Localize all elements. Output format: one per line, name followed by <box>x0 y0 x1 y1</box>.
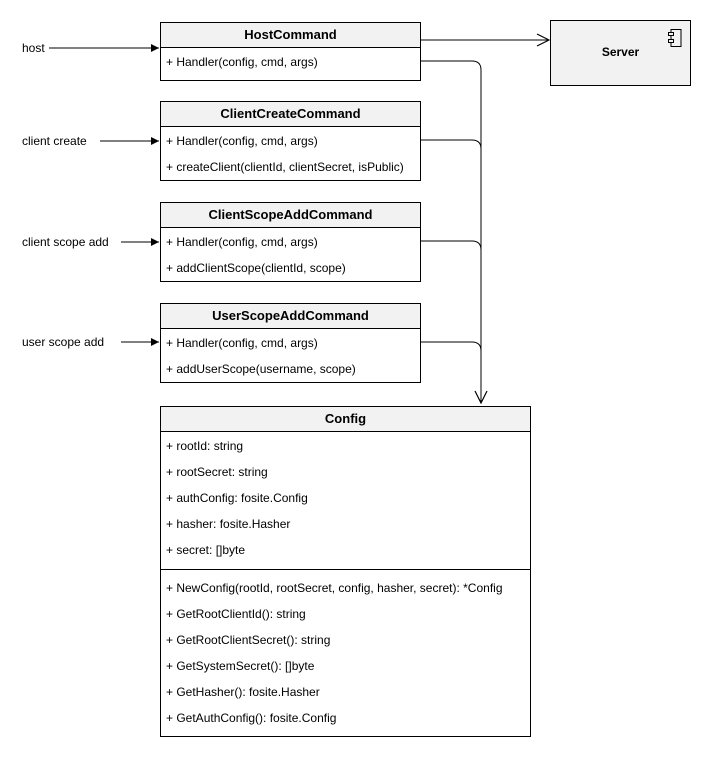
attributes-compartment: + rootId: string + rootSecret: string + … <box>161 432 530 563</box>
config-class[interactable]: Config + rootId: string + rootSecret: st… <box>160 406 531 737</box>
client-scope-add-label: client scope add <box>22 235 109 249</box>
server-title: Server <box>601 45 640 59</box>
class-name: Config <box>161 407 530 432</box>
method: + Handler(config, cmd, args) <box>166 134 318 148</box>
methods-compartment: + NewConfig(rootId, rootSecret, config, … <box>161 575 530 731</box>
method: + addClientScope(clientId, scope) <box>166 261 346 275</box>
user-scope-to-config-line <box>421 341 482 352</box>
client-create-label: client create <box>22 134 87 148</box>
attribute: + authConfig: fosite.Config <box>166 491 308 505</box>
method: + GetRootClientId(): string <box>166 607 306 621</box>
method: + GetRootClientSecret(): string <box>166 633 331 647</box>
compartment-divider <box>161 569 530 570</box>
attribute: + rootSecret: string <box>166 465 268 479</box>
attribute: + secret: []byte <box>166 543 246 557</box>
method: + addUserScope(username, scope) <box>166 362 356 376</box>
class-name: ClientCreateCommand <box>161 102 420 127</box>
client-create-to-config-line <box>421 139 482 150</box>
method: + Handler(config, cmd, args) <box>166 235 318 249</box>
user-scope-add-command-class[interactable]: UserScopeAddCommand + Handler(config, cm… <box>160 303 421 383</box>
method: + GetHasher(): fosite.Hasher <box>166 685 320 699</box>
class-name: HostCommand <box>161 23 420 48</box>
client-create-command-class[interactable]: ClientCreateCommand + Handler(config, cm… <box>160 101 421 181</box>
client-scope-to-config-line <box>421 240 482 251</box>
method: + GetAuthConfig(): fosite.Config <box>166 711 337 725</box>
host-label: host <box>22 41 45 55</box>
attribute: + rootId: string <box>166 439 244 453</box>
server-component[interactable]: Server <box>550 20 691 86</box>
attribute: + hasher: fosite.Hasher <box>166 517 291 531</box>
class-name: UserScopeAddCommand <box>161 304 420 329</box>
method: + createClient(clientId, clientSecret, i… <box>166 160 404 174</box>
host-to-config-line <box>421 60 481 403</box>
host-command-class[interactable]: HostCommand + Handler(config, cmd, args) <box>160 22 421 81</box>
method: + GetSystemSecret(): []byte <box>166 659 315 673</box>
class-name: ClientScopeAddCommand <box>161 203 420 228</box>
client-scope-add-command-class[interactable]: ClientScopeAddCommand + Handler(config, … <box>160 202 421 282</box>
method: + NewConfig(rootId, rootSecret, config, … <box>166 581 503 595</box>
user-scope-add-label: user scope add <box>22 335 105 349</box>
method: + Handler(config, cmd, args) <box>166 336 318 350</box>
method: + Handler(config, cmd, args) <box>166 55 318 69</box>
